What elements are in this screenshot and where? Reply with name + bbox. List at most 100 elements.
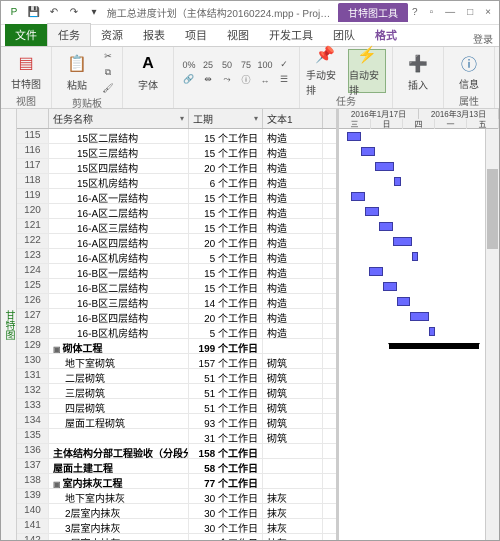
save-icon[interactable]: 💾	[25, 4, 43, 22]
gantt-bar[interactable]	[365, 207, 379, 216]
cell-duration[interactable]: 51 个工作日	[189, 399, 263, 413]
cell-name[interactable]: 15区机房结构	[49, 174, 189, 188]
cell-text1[interactable]: 构造	[263, 294, 323, 308]
gantt-bar[interactable]	[383, 282, 397, 291]
cell-name[interactable]: 16-A区三层结构	[49, 219, 189, 233]
cut-icon[interactable]: ✂	[100, 49, 116, 63]
expand-icon[interactable]: ▣	[53, 345, 61, 353]
table-row[interactable]: 1413层室内抹灰30 个工作日抹灰	[17, 519, 336, 534]
table-row[interactable]: 12216-A区四层结构20 个工作日构造	[17, 234, 336, 249]
undo-icon[interactable]: ↶	[45, 4, 63, 22]
table-row[interactable]: 11515区二层结构15 个工作日构造	[17, 129, 336, 144]
cell-name[interactable]: 16-B区一层结构	[49, 264, 189, 278]
cell-text1[interactable]: 砌筑	[263, 369, 323, 383]
cell-duration[interactable]: 30 个工作日	[189, 534, 263, 540]
app-icon[interactable]: P	[5, 4, 23, 22]
tab-format[interactable]: 格式	[365, 24, 407, 46]
tab-resource[interactable]: 资源	[91, 24, 133, 46]
pct25-icon[interactable]: 25	[199, 58, 217, 72]
table-row[interactable]: 132三层砌筑51 个工作日砌筑	[17, 384, 336, 399]
cell-duration[interactable]: 15 个工作日	[189, 219, 263, 233]
cell-name[interactable]: 16-A区二层结构	[49, 204, 189, 218]
cell-duration[interactable]: 20 个工作日	[189, 234, 263, 248]
maximize-icon[interactable]: □	[463, 7, 477, 18]
cell-name[interactable]: ▣砌体工程	[49, 339, 189, 353]
insert-button[interactable]: ➕ 插入	[399, 50, 437, 94]
cell-name[interactable]: 16-B区机房结构	[49, 324, 189, 338]
cell-name[interactable]: 二层砌筑	[49, 369, 189, 383]
ribbon-collapse-icon[interactable]: ▫	[426, 7, 438, 18]
col-header-id[interactable]	[17, 109, 49, 128]
table-row[interactable]: 12616-B区三层结构14 个工作日构造	[17, 294, 336, 309]
col-header-text1[interactable]: 文本1	[263, 109, 323, 128]
cell-text1[interactable]: 构造	[263, 144, 323, 158]
info2-icon[interactable]: ⓘ	[237, 73, 255, 87]
scrollbar-thumb[interactable]	[487, 169, 498, 249]
gantt-bar[interactable]	[429, 327, 435, 336]
cell-duration[interactable]: 15 个工作日	[189, 129, 263, 143]
cell-text1[interactable]	[263, 474, 323, 488]
cell-text1[interactable]: 砌筑	[263, 414, 323, 428]
col-header-duration[interactable]: 工期▾	[189, 109, 263, 128]
table-row[interactable]: 1424层室内抹灰30 个工作日抹灰	[17, 534, 336, 540]
cell-duration[interactable]: 30 个工作日	[189, 519, 263, 533]
info-button[interactable]: ⓘ 信息	[450, 49, 488, 93]
cell-duration[interactable]: 5 个工作日	[189, 249, 263, 263]
cell-text1[interactable]	[263, 444, 323, 458]
dropdown-icon[interactable]: ▾	[254, 114, 258, 123]
table-row[interactable]: 12416-B区一层结构15 个工作日构造	[17, 264, 336, 279]
cell-name[interactable]: 15区三层结构	[49, 144, 189, 158]
cell-text1[interactable]: 构造	[263, 189, 323, 203]
tab-dev[interactable]: 开发工具	[259, 24, 323, 46]
cell-name[interactable]: 4层室内抹灰	[49, 534, 189, 540]
tab-task[interactable]: 任务	[47, 23, 91, 46]
cell-duration[interactable]: 20 个工作日	[189, 159, 263, 173]
table-row[interactable]: 138▣室内抹灰工程77 个工作日	[17, 474, 336, 489]
manual-schedule-button[interactable]: 📌 手动安排	[306, 49, 344, 93]
cell-duration[interactable]: 30 个工作日	[189, 504, 263, 518]
cell-name[interactable]: 2层室内抹灰	[49, 504, 189, 518]
cell-duration[interactable]: 15 个工作日	[189, 144, 263, 158]
cell-duration[interactable]: 15 个工作日	[189, 264, 263, 278]
gantt-chart[interactable]: 2016年1月17日 2016年3月13日 三日四一五	[339, 109, 499, 540]
cell-duration[interactable]: 77 个工作日	[189, 474, 263, 488]
table-row[interactable]: 12116-A区三层结构15 个工作日构造	[17, 219, 336, 234]
cell-text1[interactable]: 砌筑	[263, 399, 323, 413]
help-icon[interactable]: ?	[408, 7, 422, 18]
cell-name[interactable]: 3层室内抹灰	[49, 519, 189, 533]
table-row[interactable]: 137屋面土建工程58 个工作日	[17, 459, 336, 474]
cell-text1[interactable]: 构造	[263, 234, 323, 248]
mode-icon[interactable]: ☰	[275, 73, 293, 87]
split-icon[interactable]: ⤳	[218, 73, 236, 87]
cell-name[interactable]: 地下室砌筑	[49, 354, 189, 368]
table-row[interactable]: 134屋面工程砌筑93 个工作日砌筑	[17, 414, 336, 429]
auto-schedule-button[interactable]: ⚡ 自动安排	[348, 49, 386, 93]
cell-text1[interactable]: 砌筑	[263, 429, 323, 443]
close-icon[interactable]: ×	[481, 7, 495, 18]
cell-text1[interactable]: 砌筑	[263, 354, 323, 368]
cell-text1[interactable]: 构造	[263, 129, 323, 143]
cell-duration[interactable]: 158 个工作日	[189, 444, 263, 458]
tab-file[interactable]: 文件	[5, 24, 47, 46]
cell-duration[interactable]: 5 个工作日	[189, 324, 263, 338]
cell-duration[interactable]: 30 个工作日	[189, 489, 263, 503]
cell-duration[interactable]: 20 个工作日	[189, 309, 263, 323]
gantt-bar[interactable]	[347, 132, 361, 141]
expand-icon[interactable]: ▣	[53, 480, 61, 488]
gantt-bar[interactable]	[375, 162, 394, 171]
table-row[interactable]: 133四层砌筑51 个工作日砌筑	[17, 399, 336, 414]
cell-text1[interactable]	[263, 339, 323, 353]
table-row[interactable]: 12816-B区机房结构5 个工作日构造	[17, 324, 336, 339]
cell-duration[interactable]: 157 个工作日	[189, 354, 263, 368]
table-row[interactable]: 129▣砌体工程199 个工作日	[17, 339, 336, 354]
tab-project[interactable]: 项目	[175, 24, 217, 46]
cell-duration[interactable]: 15 个工作日	[189, 189, 263, 203]
cell-text1[interactable]: 砌筑	[263, 384, 323, 398]
table-row[interactable]: 11815区机房结构6 个工作日构造	[17, 174, 336, 189]
cell-name[interactable]: 15区二层结构	[49, 129, 189, 143]
table-row[interactable]: 1402层室内抹灰30 个工作日抹灰	[17, 504, 336, 519]
tab-report[interactable]: 报表	[133, 24, 175, 46]
paste-button[interactable]: 📋 粘贴	[58, 50, 96, 94]
unlink-icon[interactable]: ⇹	[199, 73, 217, 87]
cell-duration[interactable]: 15 个工作日	[189, 204, 263, 218]
